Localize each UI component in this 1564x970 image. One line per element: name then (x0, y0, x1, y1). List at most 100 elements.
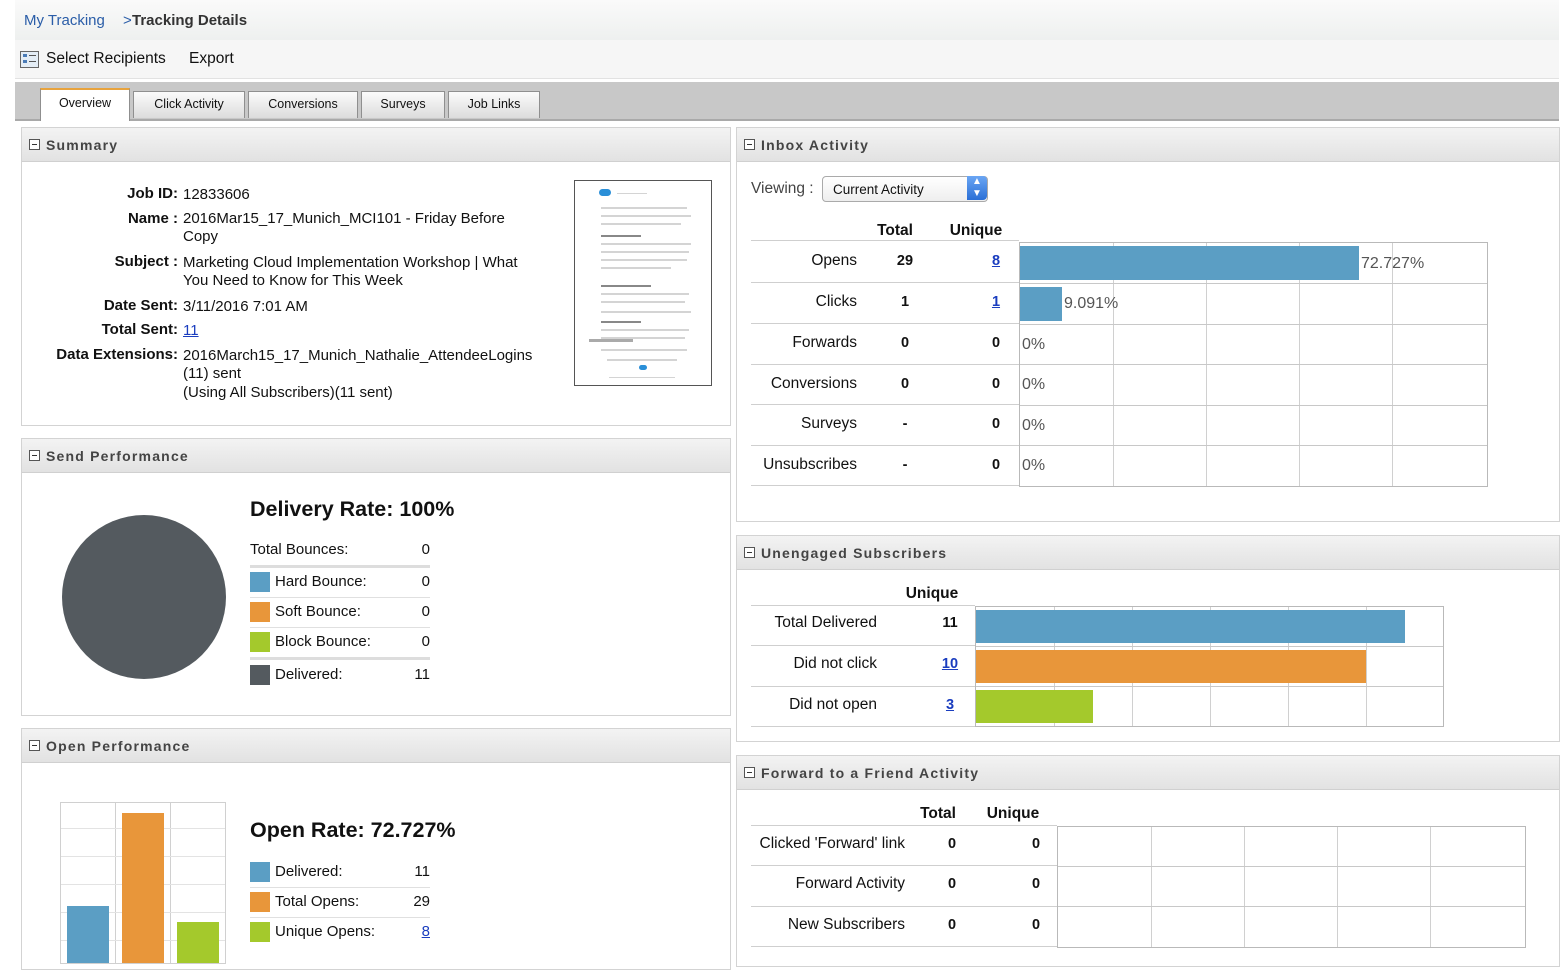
data-extensions-value-line2: (11) sent (183, 365, 242, 382)
unengaged-header: Unengaged Subscribers (737, 536, 1559, 570)
opens-unique-link[interactable]: 8 (981, 253, 1011, 269)
unsubscribes-unique: 0 (991, 457, 1001, 473)
tab-conversions[interactable]: Conversions (248, 91, 358, 118)
collapse-icon[interactable] (744, 547, 755, 558)
inbox-activity-header: Inbox Activity (737, 128, 1559, 162)
pct-opens: 72.727% (1361, 255, 1425, 272)
bar-did-not-click (976, 650, 1366, 683)
pct-unsubscribes: 0% (1022, 457, 1046, 474)
unique-opens-swatch (250, 922, 270, 942)
collapse-icon[interactable] (29, 139, 40, 150)
collapse-icon[interactable] (29, 740, 40, 751)
row-label-did-not-open: Did not open (789, 696, 877, 713)
job-id-label: Job ID: (127, 185, 178, 202)
soft-bounce-swatch (250, 602, 270, 622)
legend-row-total-opens: Total Opens: 29 (250, 887, 430, 918)
bar-total-opens (122, 813, 164, 963)
viewing-select-value: Current Activity (833, 182, 924, 197)
bar-unique-opens (177, 922, 219, 963)
data-extensions-value-line3: (Using All Subscribers)(11 sent) (183, 384, 393, 401)
panel-title: Send Performance (46, 448, 189, 464)
open-performance-header: Open Performance (22, 729, 730, 763)
total-sent-link[interactable]: 11 (183, 322, 199, 340)
total-delivered-value: 11 (942, 615, 958, 631)
data-extensions-value-line1: 2016March15_17_Munich_Nathalie_AttendeeL… (183, 347, 533, 364)
legend-row-block-bounce: Block Bounce: 0 (250, 627, 430, 660)
subject-label: Subject : (114, 253, 178, 270)
forward-friend-grid (1057, 826, 1526, 948)
delivered-swatch (250, 862, 270, 882)
total-opens-swatch (250, 892, 270, 912)
col-header-total: Total (920, 805, 956, 822)
name-value-line2: Copy (183, 228, 219, 245)
legend-row-soft-bounce: Soft Bounce: 0 (250, 597, 430, 628)
export-button[interactable]: Export (189, 50, 234, 68)
row-label-unsubscribes: Unsubscribes (763, 456, 857, 473)
send-performance-panel: Send Performance Delivery Rate: 100% Tot… (21, 438, 731, 716)
legend-value: 0 (421, 573, 430, 590)
pct-clicks: 9.091% (1064, 295, 1119, 312)
row-label-clicked-forward-link: Clicked 'Forward' link (759, 835, 905, 852)
tab-job-links[interactable]: Job Links (448, 91, 540, 118)
legend-label: Total Opens: (275, 893, 360, 910)
row-label-did-not-click: Did not click (793, 655, 877, 672)
email-preview-thumbnail[interactable] (574, 180, 712, 386)
legend-label: Block Bounce: (275, 633, 371, 650)
legend-row-delivered: Delivered: 11 (250, 660, 430, 690)
bar-delivered (67, 906, 109, 963)
conversions-unique: 0 (991, 376, 1001, 392)
delivery-pie-chart (62, 515, 226, 679)
row-label-new-subscribers: New Subscribers (787, 916, 905, 933)
viewing-select[interactable]: Current Activity ▲ ▼ (822, 176, 988, 202)
name-value-line1: 2016Mar15_17_Munich_MCI101 - Friday Befo… (183, 210, 505, 227)
new-subscribers-unique: 0 (1031, 917, 1041, 933)
tab-surveys[interactable]: Surveys (361, 91, 445, 118)
unique-opens-link[interactable]: 8 (422, 923, 430, 940)
delivery-rate-heading: Delivery Rate: 100% (250, 497, 455, 521)
block-bounce-swatch (250, 632, 270, 652)
legend-value: 29 (413, 893, 430, 910)
unengaged-subscribers-panel: Unengaged Subscribers Unique Total Deliv… (736, 535, 1560, 742)
row-label-opens: Opens (811, 252, 857, 269)
surveys-unique: 0 (991, 416, 1001, 432)
legend-value: 11 (414, 666, 430, 683)
forward-friend-header: Forward to a Friend Activity (737, 756, 1559, 790)
forward-activity-unique: 0 (1031, 876, 1041, 892)
legend-value: 0 (421, 633, 430, 650)
tab-overview[interactable]: Overview (40, 88, 130, 121)
clicked-forward-total: 0 (947, 836, 957, 852)
inbox-activity-panel: Inbox Activity Viewing : Current Activit… (736, 127, 1560, 522)
did-not-click-link[interactable]: 10 (935, 656, 965, 672)
bar-total-delivered (976, 610, 1405, 643)
legend-row-unique-opens: Unique Opens: 8 (250, 917, 430, 947)
collapse-icon[interactable] (744, 767, 755, 778)
open-performance-panel: Open Performance Open Rate: 72.727% Deli… (21, 728, 731, 970)
pct-surveys: 0% (1022, 417, 1046, 434)
legend-label: Total Bounces: (250, 541, 349, 558)
legend-row-hard-bounce: Hard Bounce: 0 (250, 567, 430, 598)
panel-title: Open Performance (46, 738, 191, 754)
tab-bar: Overview Click Activity Conversions Surv… (15, 82, 1559, 121)
date-sent-value: 3/11/2016 7:01 AM (183, 298, 308, 315)
summary-panel: Summary Job ID: 12833606 Name : 2016Mar1… (21, 127, 731, 426)
collapse-icon[interactable] (29, 450, 40, 461)
bar-clicks (1020, 287, 1062, 321)
job-id-value: 12833606 (183, 186, 250, 203)
row-label-clicks: Clicks (815, 293, 857, 310)
pie-slice-delivered (62, 515, 226, 679)
recipients-list-icon[interactable] (20, 51, 39, 68)
clicks-unique-link[interactable]: 1 (981, 294, 1011, 310)
collapse-icon[interactable] (744, 139, 755, 150)
forwards-total: 0 (900, 335, 910, 351)
row-label-surveys: Surveys (801, 415, 857, 432)
conversions-total: 0 (900, 376, 910, 392)
clicked-forward-unique: 0 (1031, 836, 1041, 852)
row-label-total-delivered: Total Delivered (774, 614, 877, 631)
legend-label: Delivered: (275, 666, 343, 683)
breadcrumb-current: Tracking Details (132, 12, 248, 29)
breadcrumb-my-tracking-link[interactable]: My Tracking (24, 12, 105, 29)
select-recipients-button[interactable]: Select Recipients (46, 50, 166, 68)
did-not-open-link[interactable]: 3 (935, 697, 965, 713)
tab-click-activity[interactable]: Click Activity (133, 91, 245, 118)
select-arrows-icon[interactable]: ▲ ▼ (967, 176, 987, 200)
